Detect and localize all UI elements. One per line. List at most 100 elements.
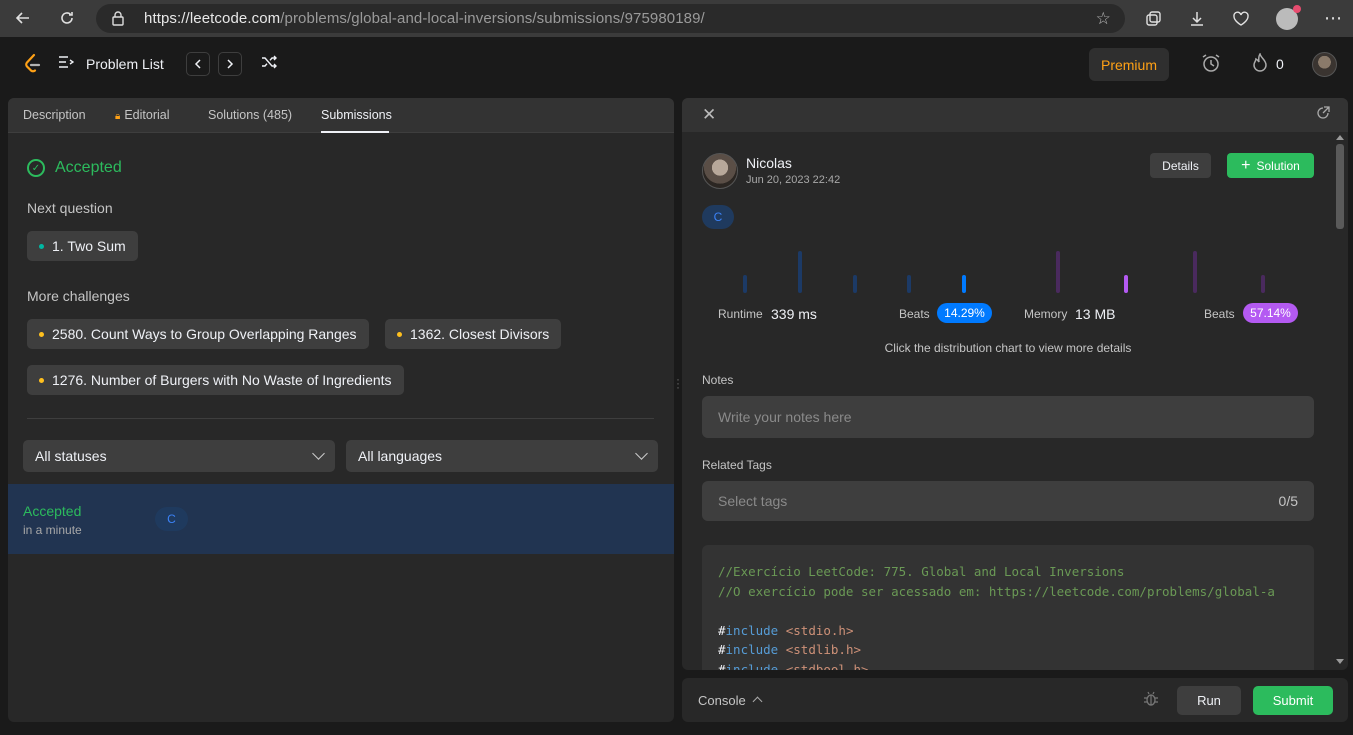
more-challenges-label: More challenges bbox=[27, 288, 130, 304]
panel-resize-handle[interactable]: · · · bbox=[676, 373, 680, 393]
challenge-title: 2580. Count Ways to Group Overlapping Ra… bbox=[52, 326, 357, 342]
back-icon[interactable] bbox=[8, 3, 38, 33]
code-line: #include <stdbool.h> bbox=[718, 661, 869, 671]
browser-toolbar: https://leetcode.com/problems/global-and… bbox=[0, 0, 1353, 37]
tab-submissions[interactable]: Submissions bbox=[321, 108, 392, 122]
console-bar: Console Run Submit bbox=[682, 678, 1348, 722]
status-filter-select[interactable]: All statuses bbox=[23, 440, 335, 472]
runtime-bar bbox=[907, 275, 911, 293]
memory-bar bbox=[1056, 251, 1060, 293]
memory-bar bbox=[1193, 251, 1197, 293]
tab-editorial-label: Editorial bbox=[124, 108, 170, 122]
tab-solutions[interactable]: Solutions (485) bbox=[208, 108, 292, 122]
avatar[interactable] bbox=[702, 153, 738, 189]
memory-label: Memory bbox=[1024, 307, 1068, 321]
runtime-bar bbox=[743, 275, 747, 293]
language-filter-select[interactable]: All languages bbox=[346, 440, 658, 472]
result-status-label: Accepted bbox=[55, 159, 122, 176]
debug-bug-icon[interactable] bbox=[1143, 691, 1159, 711]
open-external-icon[interactable] bbox=[1316, 106, 1330, 124]
address-bar[interactable]: https://leetcode.com/problems/global-and… bbox=[96, 4, 1125, 33]
difficulty-dot bbox=[39, 243, 44, 249]
tags-select[interactable]: Select tags 0/5 bbox=[702, 481, 1314, 521]
more-menu-icon[interactable]: ⋯ bbox=[1318, 4, 1348, 33]
prev-problem-button[interactable] bbox=[186, 52, 210, 76]
streak-count: 0 bbox=[1276, 56, 1284, 72]
challenge-chip[interactable]: 1362. Closest Divisors bbox=[385, 319, 562, 349]
memory-bar-current bbox=[1124, 275, 1128, 293]
difficulty-dot bbox=[39, 331, 44, 337]
distribution-hint: Click the distribution chart to view mor… bbox=[884, 341, 1132, 355]
collections-icon[interactable] bbox=[1138, 4, 1168, 33]
next-question-label: Next question bbox=[27, 200, 113, 216]
code-viewer[interactable]: //Exercício LeetCode: 775. Global and Lo… bbox=[702, 545, 1314, 670]
scrollbar[interactable] bbox=[1336, 135, 1346, 670]
challenge-chip[interactable]: 1276. Number of Burgers with No Waste of… bbox=[27, 365, 404, 395]
code-line: //Exercício LeetCode: 775. Global and Lo… bbox=[718, 564, 1125, 579]
user-name[interactable]: Nicolas bbox=[746, 155, 792, 171]
lock-icon bbox=[112, 11, 124, 30]
submission-status: Accepted bbox=[23, 503, 82, 519]
user-avatar[interactable] bbox=[1312, 52, 1337, 77]
close-icon[interactable]: ✕ bbox=[702, 105, 716, 125]
leetcode-logo-icon[interactable] bbox=[20, 52, 44, 76]
tab-description[interactable]: Description bbox=[23, 108, 86, 122]
scroll-down-arrow-icon[interactable] bbox=[1336, 659, 1344, 664]
runtime-label: Runtime bbox=[718, 307, 763, 321]
language-badge: C bbox=[155, 507, 188, 531]
notes-label: Notes bbox=[702, 373, 734, 387]
next-question-chip[interactable]: 1. Two Sum bbox=[27, 231, 138, 261]
tab-editorial[interactable]: 🔒︎ Editorial bbox=[115, 108, 170, 122]
alarm-clock-icon[interactable] bbox=[1201, 53, 1221, 78]
active-tab-indicator bbox=[321, 131, 389, 133]
list-icon[interactable] bbox=[58, 55, 75, 74]
language-badge: C bbox=[702, 205, 734, 229]
console-toggle[interactable]: Console bbox=[698, 693, 746, 708]
runtime-bar bbox=[798, 251, 802, 293]
submit-button[interactable]: Submit bbox=[1253, 686, 1333, 715]
premium-button[interactable]: Premium bbox=[1089, 48, 1169, 81]
download-icon[interactable] bbox=[1182, 4, 1212, 33]
url-path: /problems/global-and-local-inversions/su… bbox=[280, 10, 705, 27]
related-tags-label: Related Tags bbox=[702, 458, 772, 472]
notes-input[interactable] bbox=[702, 396, 1314, 438]
code-line: #include <stdlib.h> bbox=[718, 642, 862, 657]
chevron-up-icon[interactable] bbox=[752, 696, 763, 707]
memory-beats-badge: 57.14% bbox=[1243, 303, 1298, 323]
scrollbar-thumb[interactable] bbox=[1336, 144, 1344, 229]
memory-bar bbox=[1261, 275, 1265, 293]
status-filter-value: All statuses bbox=[35, 448, 107, 464]
memory-beats-label: Beats bbox=[1204, 307, 1235, 321]
solution-button-label: Solution bbox=[1256, 158, 1300, 173]
run-button[interactable]: Run bbox=[1177, 686, 1241, 715]
runtime-bar bbox=[853, 275, 857, 293]
tags-count: 0/5 bbox=[1278, 493, 1298, 509]
flame-icon[interactable] bbox=[1252, 52, 1268, 78]
left-panel: Description 🔒︎ Editorial Solutions (485) … bbox=[8, 98, 674, 722]
scroll-up-arrow-icon[interactable] bbox=[1336, 135, 1344, 140]
challenge-chip[interactable]: 2580. Count Ways to Group Overlapping Ra… bbox=[27, 319, 369, 349]
reload-icon[interactable] bbox=[52, 3, 82, 33]
result-status: ✓ Accepted bbox=[27, 159, 122, 177]
tags-placeholder: Select tags bbox=[718, 493, 788, 509]
code-line: #include <stdio.h> bbox=[718, 622, 854, 638]
shuffle-icon[interactable] bbox=[261, 55, 278, 73]
url-host: https://leetcode.com bbox=[144, 10, 281, 27]
top-navbar: Problem List Premium 0 bbox=[0, 37, 1353, 91]
difficulty-dot bbox=[39, 377, 44, 383]
profile-icon[interactable] bbox=[1272, 4, 1302, 33]
challenge-title: 1362. Closest Divisors bbox=[410, 326, 550, 342]
submission-row[interactable]: Accepted in a minute C bbox=[8, 484, 674, 554]
chevron-down-icon bbox=[312, 447, 325, 460]
post-solution-button[interactable]: + Solution bbox=[1227, 153, 1314, 178]
favorite-star-icon[interactable]: ☆ bbox=[1096, 9, 1111, 29]
next-problem-button[interactable] bbox=[218, 52, 242, 76]
runtime-bar-current bbox=[962, 275, 966, 293]
runtime-beats-badge: 14.29% bbox=[937, 303, 992, 323]
chevron-down-icon bbox=[635, 447, 648, 460]
details-button[interactable]: Details bbox=[1150, 153, 1211, 178]
problem-list-link[interactable]: Problem List bbox=[86, 56, 164, 72]
health-icon[interactable] bbox=[1226, 4, 1256, 33]
code-line: //O exercício pode ser acessado em: http… bbox=[718, 583, 1275, 599]
submission-time: in a minute bbox=[23, 523, 82, 537]
